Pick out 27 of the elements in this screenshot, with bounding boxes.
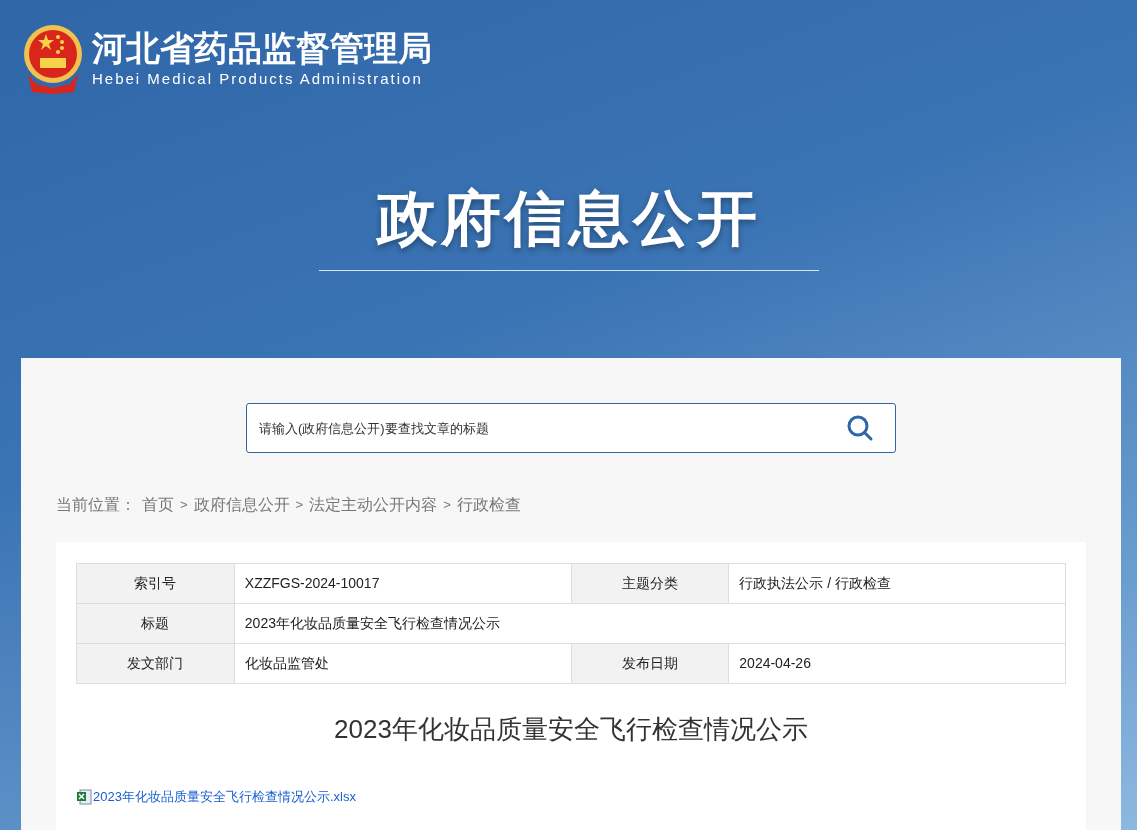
site-name: 河北省药品监督管理局 xyxy=(92,27,432,68)
field-value: 化妆品监管处 xyxy=(234,643,571,684)
field-value: XZZFGS-2024-10017 xyxy=(234,563,571,604)
field-value: 行政执法公示 / 行政检查 xyxy=(728,563,1066,604)
breadcrumb-label: 当前位置： xyxy=(56,495,136,515)
field-label: 发文部门 xyxy=(76,643,235,684)
section-title: 政府信息公开 xyxy=(376,184,761,254)
breadcrumb-link[interactable]: 政府信息公开 xyxy=(193,493,290,517)
field-value: 2024-04-26 xyxy=(728,643,1066,684)
search-field[interactable]: 请输入(政府信息公开)要查找文章的标题 xyxy=(246,403,896,453)
field-label: 发布日期 xyxy=(571,643,729,684)
breadcrumb-separator: > xyxy=(180,496,188,515)
breadcrumb-separator: > xyxy=(443,496,451,515)
site-name-english: Hebei Medical Products Administration xyxy=(92,68,424,89)
field-label: 主题分类 xyxy=(571,563,729,604)
field-label: 索引号 xyxy=(76,563,235,604)
breadcrumb-link[interactable]: 法定主动公开内容 xyxy=(309,493,438,517)
breadcrumb-link[interactable]: 首页 xyxy=(142,493,174,517)
attachment-link[interactable]: 2023年化妆品质量安全飞行检查情况公示.xlsx xyxy=(93,787,356,807)
field-label: 标题 xyxy=(76,603,235,644)
breadcrumb-separator: > xyxy=(295,496,304,515)
breadcrumb-link[interactable]: 行政检查 xyxy=(456,493,521,517)
article-title: 2023年化妆品质量安全飞行检查情况公示 xyxy=(334,713,808,746)
emblem-icon xyxy=(22,24,84,94)
field-value: 2023年化妆品质量安全飞行检查情况公示 xyxy=(234,603,1066,644)
search-icon[interactable] xyxy=(846,414,874,442)
spreadsheet-file-icon xyxy=(76,788,92,805)
